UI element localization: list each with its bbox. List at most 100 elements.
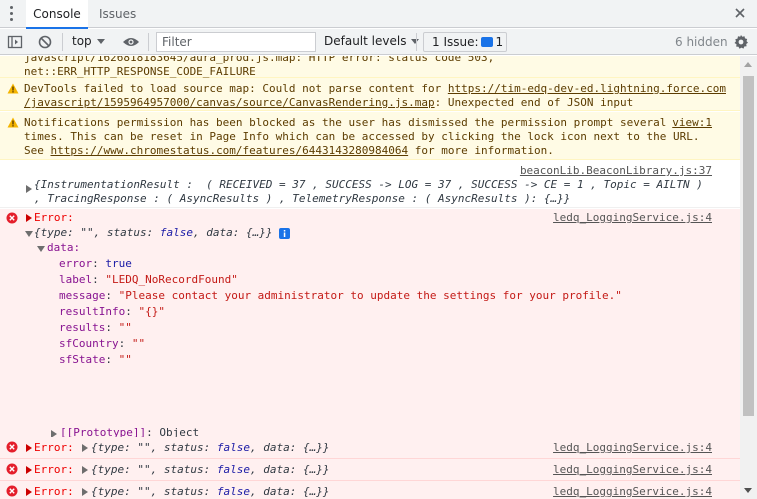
source-link[interactable]: ledq_LoggingService.js:4 xyxy=(553,485,712,499)
source-link[interactable]: ledq_LoggingService.js:4 xyxy=(553,441,712,455)
source-link[interactable]: beaconLib.BeaconLibrary.js:37 xyxy=(520,164,712,178)
drawer-tab-bar: Console Issues xyxy=(0,0,757,29)
console-toolbar: top Default levels 1 Issue: 1 6 hidden xyxy=(0,29,757,55)
error-object-preview: {type: "", status: false, data: {…}} xyxy=(91,463,329,477)
chevron-down-icon xyxy=(96,39,105,44)
data-property-row: sfState: "" xyxy=(59,353,132,367)
toolbar-divider xyxy=(148,33,149,51)
error-label: Error: xyxy=(34,485,74,498)
expand-triangle-icon[interactable] xyxy=(26,214,32,222)
property-value: "" xyxy=(131,337,146,350)
property-separator: : xyxy=(118,337,132,350)
data-property-row: resultInfo: "{}" xyxy=(59,305,165,319)
error-label: Error: xyxy=(34,441,74,454)
issues-button[interactable]: 1 Issue: 1 xyxy=(423,32,507,52)
data-property-row: sfCountry: "" xyxy=(59,337,145,351)
error-label: Error: xyxy=(34,463,74,476)
expand-triangle-icon[interactable] xyxy=(26,185,32,193)
console-error: Error: {type: "", status: false, data: {…… xyxy=(0,481,740,499)
more-options-icon[interactable] xyxy=(8,6,14,22)
collapse-triangle-icon[interactable] xyxy=(25,231,33,237)
expand-triangle-icon[interactable] xyxy=(82,466,88,474)
object-preview-text: {type: "", status: xyxy=(91,485,217,498)
gear-icon[interactable] xyxy=(733,34,749,50)
warning-message: /javascript/1595964957000/canvas/source/… xyxy=(24,96,633,110)
expand-triangle-icon[interactable] xyxy=(26,488,32,496)
log-levels-label: Default levels xyxy=(324,34,407,48)
expand-triangle-icon[interactable] xyxy=(82,488,88,496)
issues-count: 1 xyxy=(495,35,504,49)
object-preview-text: {type: "", status: xyxy=(34,226,160,239)
log-levels-dropdown[interactable]: Default levels xyxy=(324,34,420,48)
console-warning: Notifications permission has been blocke… xyxy=(0,112,740,160)
warning-text: : Unexpected end of JSON input xyxy=(434,96,634,109)
warning-icon xyxy=(7,117,19,128)
console-messages: javascript/1626818183645/aura_prod.js.ma… xyxy=(0,56,740,499)
scrollbar-thumb[interactable] xyxy=(743,76,754,416)
scroll-down-arrow-icon[interactable] xyxy=(744,488,752,493)
log-text: {InstrumentationResult : ( RECEIVED = 37… xyxy=(34,178,703,191)
warning-icon xyxy=(7,83,19,94)
warning-message: See https://www.chromestatus.com/feature… xyxy=(24,144,554,158)
expand-triangle-icon[interactable] xyxy=(26,444,32,452)
property-key: label xyxy=(59,273,93,286)
property-key: sfState xyxy=(59,353,106,366)
source-link[interactable]: ledq_LoggingService.js:4 xyxy=(553,211,712,225)
toolbar-divider xyxy=(416,33,417,51)
warning-message: DevTools failed to load source map: Coul… xyxy=(24,82,726,96)
expand-triangle-icon[interactable] xyxy=(82,444,88,452)
object-preview-value: false xyxy=(216,441,250,454)
object-preview-text: , data: {…}} xyxy=(249,441,330,454)
info-icon[interactable] xyxy=(279,228,290,239)
object-preview-value: false xyxy=(216,485,250,498)
scroll-up-arrow-icon[interactable] xyxy=(744,62,752,67)
console-warning: javascript/1626818183645/aura_prod.js.ma… xyxy=(0,56,740,78)
error-object-preview: {type: "", status: false, data: {…}} xyxy=(91,485,329,499)
tab-issues[interactable]: Issues xyxy=(99,0,136,28)
property-value: "" xyxy=(118,353,132,366)
error-object-preview: {type: "", status: false, data: {…}} xyxy=(91,441,329,455)
close-icon[interactable] xyxy=(733,6,747,20)
clear-console-icon[interactable] xyxy=(37,34,53,50)
object-preview-text: {type: "", status: xyxy=(91,441,217,454)
console-log: beaconLib.BeaconLibrary.js:37 {Instrumen… xyxy=(0,161,740,208)
filter-input[interactable] xyxy=(156,32,316,52)
error-icon xyxy=(6,485,18,497)
vertical-scrollbar[interactable] xyxy=(740,56,757,499)
property-separator: : xyxy=(92,273,106,286)
collapse-triangle-icon[interactable] xyxy=(37,246,45,252)
object-preview-text: {type: "", status: xyxy=(91,463,217,476)
error-icon xyxy=(6,441,18,453)
live-expression-eye-icon[interactable] xyxy=(122,36,140,48)
warning-text: net::ERR_HTTP_RESPONSE_CODE_FAILURE xyxy=(24,65,256,78)
source-map-link[interactable]: /javascript/1595964957000/canvas/source/… xyxy=(24,96,435,109)
warning-text: DevTools failed to load source map: Coul… xyxy=(24,82,448,95)
warning-text: times. This can be reset in Page Info wh… xyxy=(24,130,700,143)
data-property-row: results: "" xyxy=(59,321,132,335)
source-link[interactable]: view:1 xyxy=(672,116,712,130)
context-selector[interactable]: top xyxy=(72,34,105,48)
property-value: "" xyxy=(118,321,132,334)
data-property-row: message: "Please contact your administra… xyxy=(59,289,622,303)
property-value: "LEDQ_NoRecordFound" xyxy=(105,273,238,286)
object-preview-text: , data: {…}} xyxy=(249,463,330,476)
object-preview-value: false xyxy=(159,226,193,239)
property-key: results xyxy=(59,321,106,334)
console-error: Error: {type: "", status: false, data: {…… xyxy=(0,437,740,459)
issues-label: 1 Issue: xyxy=(432,35,479,49)
property-separator: : xyxy=(105,321,119,334)
error-icon xyxy=(6,463,18,475)
error-icon xyxy=(6,212,18,224)
source-map-link[interactable]: https://tim-edq-dev-ed.lightning.force.c… xyxy=(448,82,726,95)
sidebar-toggle-icon[interactable] xyxy=(7,34,23,50)
chromestatus-link[interactable]: https://www.chromestatus.com/features/64… xyxy=(51,144,409,157)
property-separator: : xyxy=(125,305,139,318)
log-text: , TracingResponse : ( AsyncResults ) , T… xyxy=(34,192,571,205)
expand-triangle-icon[interactable] xyxy=(26,466,32,474)
tab-console[interactable]: Console xyxy=(26,0,88,29)
property-key: message xyxy=(59,289,106,302)
property-value: "{}" xyxy=(138,305,165,318)
source-link[interactable]: ledq_LoggingService.js:4 xyxy=(553,463,712,477)
property-separator: : xyxy=(105,353,119,366)
property-key: resultInfo xyxy=(59,305,126,318)
